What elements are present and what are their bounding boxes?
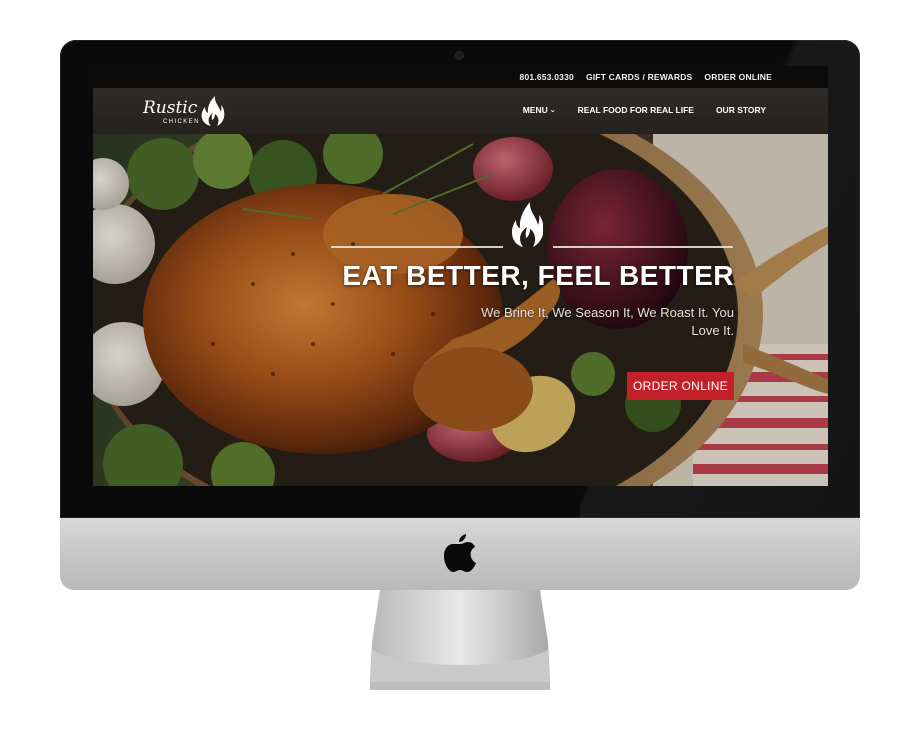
nav-real-food[interactable]: REAL FOOD FOR REAL LIFE: [578, 105, 694, 115]
hero-subtitle: We Brine It, We Season It, We Roast It. …: [481, 305, 734, 338]
logo[interactable]: Rustic CHICKEN: [141, 94, 231, 128]
flame-icon: [511, 202, 543, 247]
monitor-stand: [370, 590, 550, 690]
phone-link[interactable]: 801.653.0330: [520, 72, 574, 82]
hero-title: EAT BETTER, FEEL BETTER: [342, 260, 734, 291]
website-screen: 801.653.0330 GIFT CARDS / REWARDS ORDER …: [93, 66, 828, 486]
apple-icon: [444, 534, 476, 572]
flame-icon: [201, 96, 225, 126]
logo-script-text: Rustic: [142, 98, 198, 118]
logo-subtext: CHICKEN: [163, 119, 200, 125]
nav-menu-label: MENU: [522, 105, 548, 115]
nav-our-story[interactable]: OUR STORY: [716, 105, 766, 115]
main-navigation: Rustic CHICKEN MENU ⌄ REAL FOOD FOR REAL…: [93, 88, 828, 134]
order-online-button[interactable]: ORDER ONLINE: [627, 372, 734, 400]
camera-icon: [456, 52, 463, 59]
hero-rule-left: [331, 246, 503, 248]
gift-cards-link[interactable]: GIFT CARDS / REWARDS: [586, 72, 692, 82]
order-online-link[interactable]: ORDER ONLINE: [704, 72, 772, 82]
chevron-down-icon: ⌄: [549, 107, 556, 114]
utility-links: 801.653.0330 GIFT CARDS / REWARDS ORDER …: [520, 72, 772, 82]
utility-bar: 801.653.0330 GIFT CARDS / REWARDS ORDER …: [93, 66, 828, 88]
monitor-chin: [60, 518, 860, 590]
hero-rule-right: [553, 246, 733, 248]
nav-links: MENU ⌄ REAL FOOD FOR REAL LIFE OUR STORY: [523, 105, 766, 115]
nav-menu[interactable]: MENU ⌄: [523, 105, 556, 115]
hero-section: EAT BETTER, FEEL BETTER We Brine It, We …: [93, 134, 828, 486]
